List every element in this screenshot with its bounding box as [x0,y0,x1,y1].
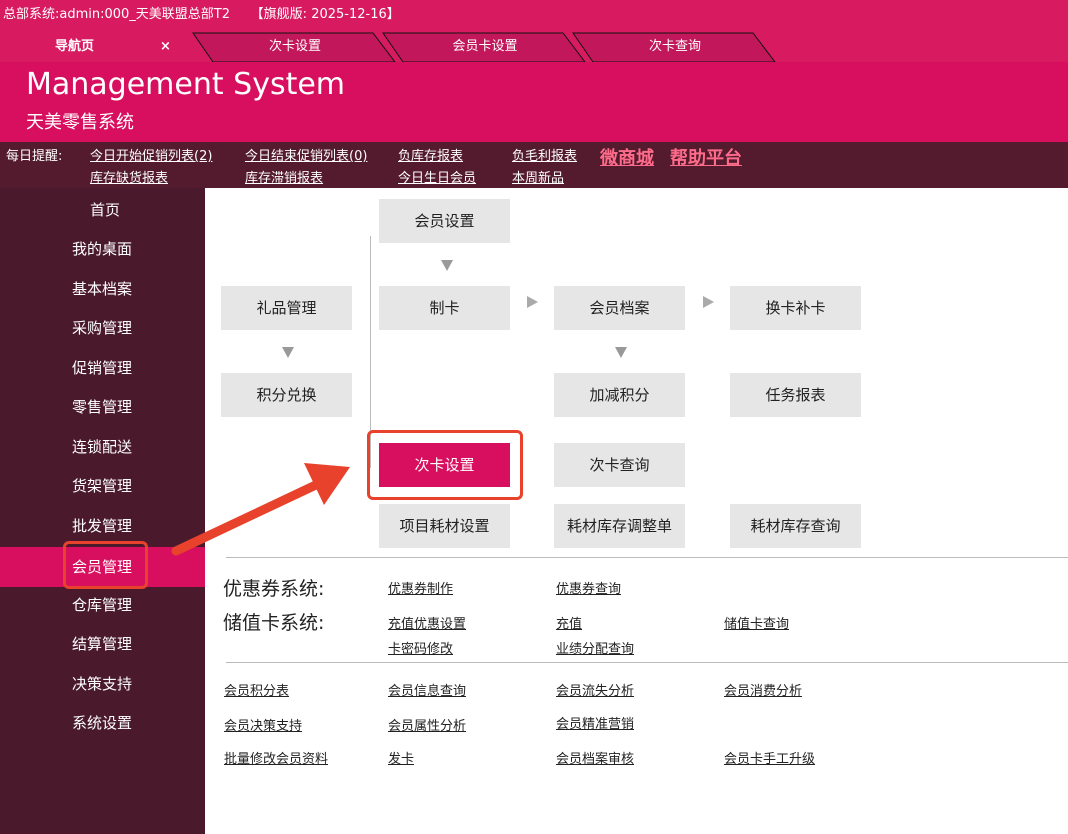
arrow-down-icon [282,347,294,358]
arrow-right-icon [703,296,714,308]
reminder-link-promo-end[interactable]: 今日结束促销列表(0) [245,145,367,164]
help-platform-link[interactable]: 帮助平台 [670,144,742,170]
tab-home-label: 导航页 [55,39,95,54]
reminder-link-promo-start[interactable]: 今日开始促销列表(2) [90,145,212,164]
coupon-query-link[interactable]: 优惠券查询 [556,578,621,597]
member-consumption-analysis-link[interactable]: 会员消费分析 [724,680,802,699]
reminder-link-negative-margin[interactable]: 负毛利报表 [512,145,577,164]
reminder-link-birthday-members[interactable]: 今日生日会员 [398,167,476,186]
daily-reminder-bar: 每日提醒: 今日开始促销列表(2) 今日结束促销列表(0) 负库存报表 负毛利报… [0,142,1068,188]
member-precise-marketing-link[interactable]: 会员精准营销 [556,713,634,732]
member-points-link[interactable]: 会员积分表 [224,680,289,699]
tab-label: 会员卡设置 [452,39,518,54]
recharge-promo-settings-link[interactable]: 充值优惠设置 [388,613,466,632]
member-settings-button[interactable]: 会员设置 [379,199,510,243]
coupon-create-link[interactable]: 优惠券制作 [388,578,453,597]
arrow-down-icon [615,347,627,358]
issue-card-link[interactable]: 发卡 [388,748,414,767]
sidebar-item-decision[interactable]: 决策支持 [0,666,205,702]
manual-card-upgrade-link[interactable]: 会员卡手工升级 [724,748,815,767]
reminder-link-negative-stock[interactable]: 负库存报表 [398,145,463,164]
coupon-system-label: 优惠券系统: [223,578,325,600]
section-divider [226,662,1068,663]
sidebar-item-settlement[interactable]: 结算管理 [0,626,205,662]
reminder-link-out-of-stock[interactable]: 库存缺货报表 [90,167,168,186]
section-divider [226,557,1068,558]
points-exchange-button[interactable]: 积分兑换 [221,373,352,417]
count-card-query-button[interactable]: 次卡查询 [554,443,685,487]
member-archive-review-link[interactable]: 会员档案审核 [556,748,634,767]
tab-member-card-settings[interactable]: 会员卡设置 [400,33,570,62]
sidebar-item-home[interactable]: 首页 [0,192,205,228]
tab-label: 次卡查询 [648,39,701,54]
member-churn-analysis-link[interactable]: 会员流失分析 [556,680,634,699]
app-title: Management System [26,67,346,102]
make-card-button[interactable]: 制卡 [379,286,510,330]
sidebar-item-basic-files[interactable]: 基本档案 [0,271,205,307]
member-decision-support-link[interactable]: 会员决策支持 [224,715,302,734]
count-card-highlight [367,430,523,500]
reminder-link-new-products[interactable]: 本周新品 [512,167,564,186]
material-adjust-button[interactable]: 耗材库存调整单 [554,504,685,548]
recharge-link[interactable]: 充值 [556,613,582,632]
adjust-points-button[interactable]: 加减积分 [554,373,685,417]
tab-label: 次卡设置 [268,39,321,54]
member-menu-highlight [63,541,148,589]
bulk-edit-members-link[interactable]: 批量修改会员资料 [224,748,328,767]
sidebar-item-system-settings[interactable]: 系统设置 [0,705,205,741]
reminder-link-slow-moving[interactable]: 库存滞销报表 [245,167,323,186]
tab-count-card-query[interactable]: 次卡查询 [590,33,760,62]
member-info-query-link[interactable]: 会员信息查询 [388,680,466,699]
sidebar-item-my-desktop[interactable]: 我的桌面 [0,231,205,267]
sidebar-item-retail[interactable]: 零售管理 [0,389,205,425]
arrow-right-icon [527,296,538,308]
arrow-down-icon [441,260,453,271]
stored-card-system-label: 储值卡系统: [223,612,325,634]
replace-card-button[interactable]: 换卡补卡 [730,286,861,330]
material-query-button[interactable]: 耗材库存查询 [730,504,861,548]
task-report-button[interactable]: 任务报表 [730,373,861,417]
material-settings-button[interactable]: 项目耗材设置 [379,504,510,548]
annotation-arrow-icon [171,463,350,556]
close-icon[interactable]: × [160,33,171,60]
sidebar-item-warehouse[interactable]: 仓库管理 [0,587,205,623]
tab-home[interactable]: 导航页 × [0,33,200,62]
tab-count-card-settings[interactable]: 次卡设置 [210,33,380,62]
card-password-change-link[interactable]: 卡密码修改 [388,638,453,657]
sidebar-item-promotion[interactable]: 促销管理 [0,350,205,386]
micro-mall-link[interactable]: 微商城 [600,144,654,170]
member-archive-button[interactable]: 会员档案 [554,286,685,330]
sidebar-item-purchase[interactable]: 采购管理 [0,310,205,346]
stored-card-query-link[interactable]: 储值卡查询 [724,613,789,632]
app-subtitle: 天美零售系统 [26,112,134,133]
tab-bar: 导航页 × 次卡设置 会员卡设置 次卡查询 [0,30,1068,62]
gift-management-button[interactable]: 礼品管理 [221,286,352,330]
performance-allocation-link[interactable]: 业绩分配查询 [556,638,634,657]
reminder-label: 每日提醒: [6,149,63,164]
member-attribute-analysis-link[interactable]: 会员属性分析 [388,715,466,734]
system-status-bar: 总部系统:admin:000_天美联盟总部T2 【旗舰版: 2025-12-16… [0,0,1068,30]
